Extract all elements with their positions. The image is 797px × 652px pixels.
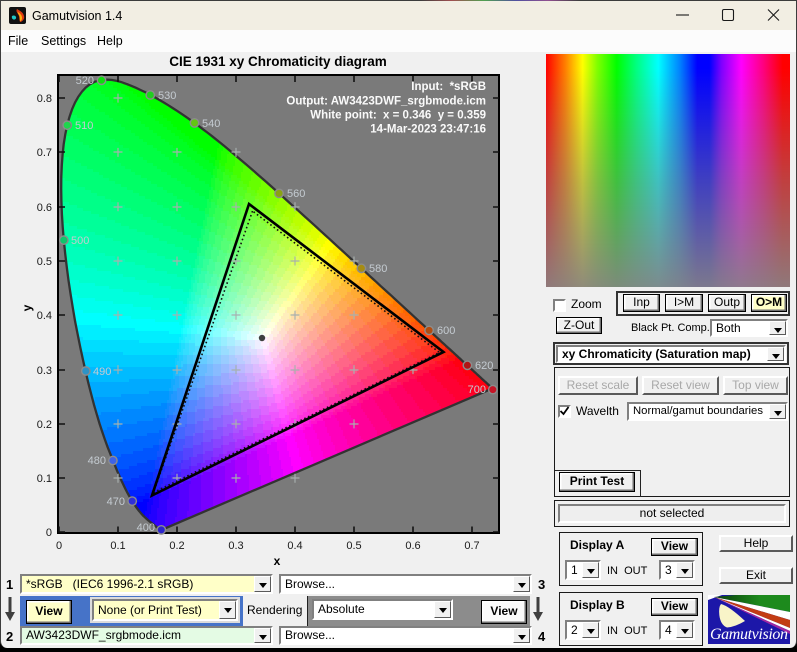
svg-text:480: 480 — [88, 455, 106, 467]
svg-text:0.6: 0.6 — [37, 202, 52, 214]
svg-text:620: 620 — [475, 360, 493, 372]
svg-text:540: 540 — [202, 118, 220, 130]
svg-text:580: 580 — [369, 263, 387, 275]
svg-text:470: 470 — [107, 496, 125, 508]
svg-text:0.3: 0.3 — [228, 540, 243, 552]
svg-text:530: 530 — [158, 90, 176, 102]
svg-text:0.4: 0.4 — [287, 540, 302, 552]
svg-text:0.6: 0.6 — [405, 540, 420, 552]
svg-text:Gamutvision: Gamutvision — [710, 626, 788, 643]
svg-text:Input: *sRGB: Input: *sRGB — [411, 81, 486, 93]
svg-text:560: 560 — [287, 188, 305, 200]
svg-text:520: 520 — [76, 75, 94, 87]
svg-text:490: 490 — [93, 366, 111, 378]
svg-text:510: 510 — [75, 120, 93, 132]
svg-text:0.5: 0.5 — [346, 540, 361, 552]
svg-text:600: 600 — [437, 325, 455, 337]
svg-text:x: x — [274, 554, 281, 568]
svg-text:0.2: 0.2 — [169, 540, 184, 552]
svg-text:0: 0 — [56, 540, 62, 552]
svg-text:0.4: 0.4 — [37, 310, 52, 322]
svg-text:14-Mar-2023 23:47:16: 14-Mar-2023 23:47:16 — [370, 124, 486, 136]
svg-text:y: y — [20, 304, 34, 311]
svg-text:0.8: 0.8 — [37, 93, 52, 105]
svg-text:Output: AW3423DWF_srgbmode.icm: Output: AW3423DWF_srgbmode.icm — [286, 96, 486, 108]
svg-text:700: 700 — [468, 384, 486, 396]
svg-text:0.1: 0.1 — [110, 540, 125, 552]
svg-text:CIE 1931 xy Chromaticity diagr: CIE 1931 xy Chromaticity diagram — [169, 54, 387, 69]
svg-text:White point: x = 0.346 y = 0: White point: x = 0.346 y = 0.359 — [310, 110, 486, 122]
svg-text:0: 0 — [46, 527, 52, 539]
svg-text:0.1: 0.1 — [37, 473, 52, 485]
svg-text:0.7: 0.7 — [464, 540, 479, 552]
svg-text:0.3: 0.3 — [37, 365, 52, 377]
svg-text:0.5: 0.5 — [37, 256, 52, 268]
svg-text:400: 400 — [137, 522, 155, 534]
svg-text:0.7: 0.7 — [37, 147, 52, 159]
svg-text:0.2: 0.2 — [37, 419, 52, 431]
svg-text:500: 500 — [71, 235, 89, 247]
